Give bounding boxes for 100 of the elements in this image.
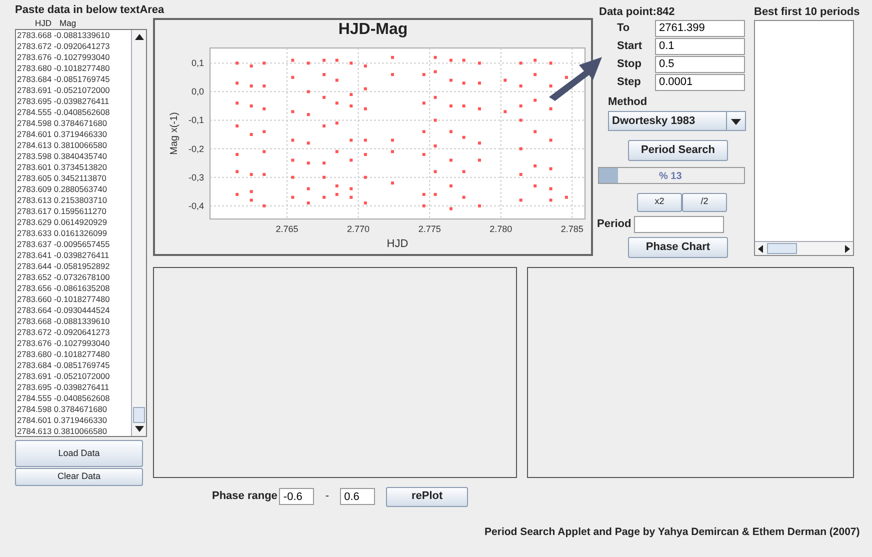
data-point: [462, 170, 466, 174]
data-point: [364, 87, 367, 90]
data-point: [350, 104, 353, 108]
data-point: [564, 196, 568, 199]
text-field[interactable]: 0.5: [655, 56, 745, 72]
data-point: [350, 93, 353, 96]
data-line: 2783.641 -0.0398276411: [17, 250, 110, 261]
progress-reading: % 13: [659, 170, 682, 184]
period-search-button[interactable]: Period Search: [628, 140, 728, 160]
range-separator: -: [325, 489, 330, 504]
data-line: 2784.598 0.3784671680: [17, 404, 108, 415]
data-line: 2783.684 -0.0851769745: [17, 360, 111, 371]
field-label: Step: [616, 74, 642, 90]
data-point: [391, 182, 394, 185]
data-point: [462, 104, 466, 108]
data-point: [478, 204, 481, 208]
data-point: [434, 96, 437, 99]
data-point: [519, 118, 522, 122]
x-tick-label: 2.775: [418, 224, 441, 234]
data-line: 2783.660 -0.1018277480: [17, 294, 111, 305]
replot-button[interactable]: rePlot: [386, 486, 468, 506]
data-point: [350, 187, 353, 190]
scroll-right-icon[interactable]: [845, 244, 850, 252]
data-point: [478, 62, 481, 65]
y-tick-label: -0,4: [188, 200, 204, 211]
data-point: [462, 136, 466, 139]
field-label: Stop: [616, 56, 642, 72]
data-point: [322, 196, 326, 199]
y-tick-label: -0,3: [188, 172, 204, 182]
text-field[interactable]: 0.1: [655, 38, 745, 54]
y-tick-label: -0,1: [188, 115, 204, 126]
data-point: [262, 62, 266, 65]
data-point: [250, 64, 253, 68]
data-point: [422, 73, 426, 76]
data-point: [262, 172, 266, 176]
phase-to-field[interactable]: 0.6: [340, 488, 376, 505]
data-line: 2783.613 0.2153803710: [17, 195, 108, 206]
data-point: [434, 118, 437, 122]
data-point: [549, 62, 552, 65]
data-point: [364, 138, 367, 142]
data-point: [335, 150, 338, 154]
data-point: [434, 144, 437, 148]
data-point: [250, 84, 253, 88]
scroll-thumb[interactable]: [767, 243, 797, 254]
data-point: [519, 172, 522, 176]
data-line: 2784.613 0.3810066580: [17, 426, 108, 436]
data-point: [262, 204, 266, 208]
data-point: [422, 204, 426, 208]
panel-title: Paste data in below textArea: [15, 3, 164, 17]
y-tick-label: 0,1: [191, 58, 204, 68]
data-point: [350, 138, 353, 142]
scroll-up-icon[interactable]: [135, 34, 144, 40]
field-label: Start: [616, 38, 644, 54]
data-point: [291, 110, 294, 114]
data-line: 2783.691 -0.0521072000: [17, 85, 111, 96]
load-data-button[interactable]: Load Data: [15, 440, 143, 467]
data-line: 2783.684 -0.0851769745: [17, 74, 111, 85]
data-point: [322, 124, 326, 128]
scroll-down-icon[interactable]: [135, 426, 144, 432]
scroll-left-icon[interactable]: [758, 244, 763, 252]
phase-chart-button[interactable]: Phase Chart: [628, 236, 728, 258]
horizontal-scrollbar[interactable]: [755, 241, 853, 255]
data-text-area[interactable]: [15, 29, 147, 437]
data-point: [306, 62, 310, 65]
field-label: To: [616, 20, 631, 36]
data-point: [549, 187, 552, 190]
data-point: [335, 184, 338, 188]
data-line: 2783.668 -0.0881339610: [17, 316, 111, 327]
data-point: [422, 130, 426, 134]
method-label: Method: [608, 95, 648, 110]
data-point: [434, 192, 437, 196]
data-point: [306, 113, 310, 116]
data-line: 2783.656 -0.0861635208: [17, 283, 111, 294]
period-field[interactable]: [634, 216, 724, 232]
y-tick-label: 0,0: [191, 86, 204, 97]
data-point: [350, 196, 353, 199]
clear-data-button[interactable]: Clear Data: [15, 468, 143, 486]
data-point: [236, 170, 239, 174]
method-dropdown[interactable]: Dwortesky 1983: [608, 110, 746, 130]
data-point: [322, 176, 326, 179]
phase-from-field[interactable]: -0.6: [279, 488, 314, 505]
data-line: 2784.555 -0.0408562608: [17, 107, 111, 118]
double-button[interactable]: x2: [637, 192, 682, 212]
data-line: 2784.598 0.3784671680: [17, 118, 108, 129]
vertical-scrollbar[interactable]: [131, 30, 146, 436]
data-point: [449, 104, 452, 108]
data-point: [478, 107, 481, 110]
halve-button[interactable]: /2: [682, 192, 727, 212]
data-point: [422, 152, 426, 156]
data-point: [504, 110, 507, 114]
data-line: 2783.633 0.0161326099: [17, 228, 108, 239]
data-point: [236, 152, 239, 156]
data-point: [391, 138, 394, 142]
scroll-thumb[interactable]: [133, 407, 145, 423]
data-point: [262, 130, 266, 134]
data-point: [534, 184, 537, 188]
data-point: [449, 78, 452, 82]
dropdown-arrow-icon[interactable]: [731, 118, 741, 124]
text-field[interactable]: 2761.399: [655, 20, 745, 36]
text-field[interactable]: 0.0001: [655, 74, 745, 90]
